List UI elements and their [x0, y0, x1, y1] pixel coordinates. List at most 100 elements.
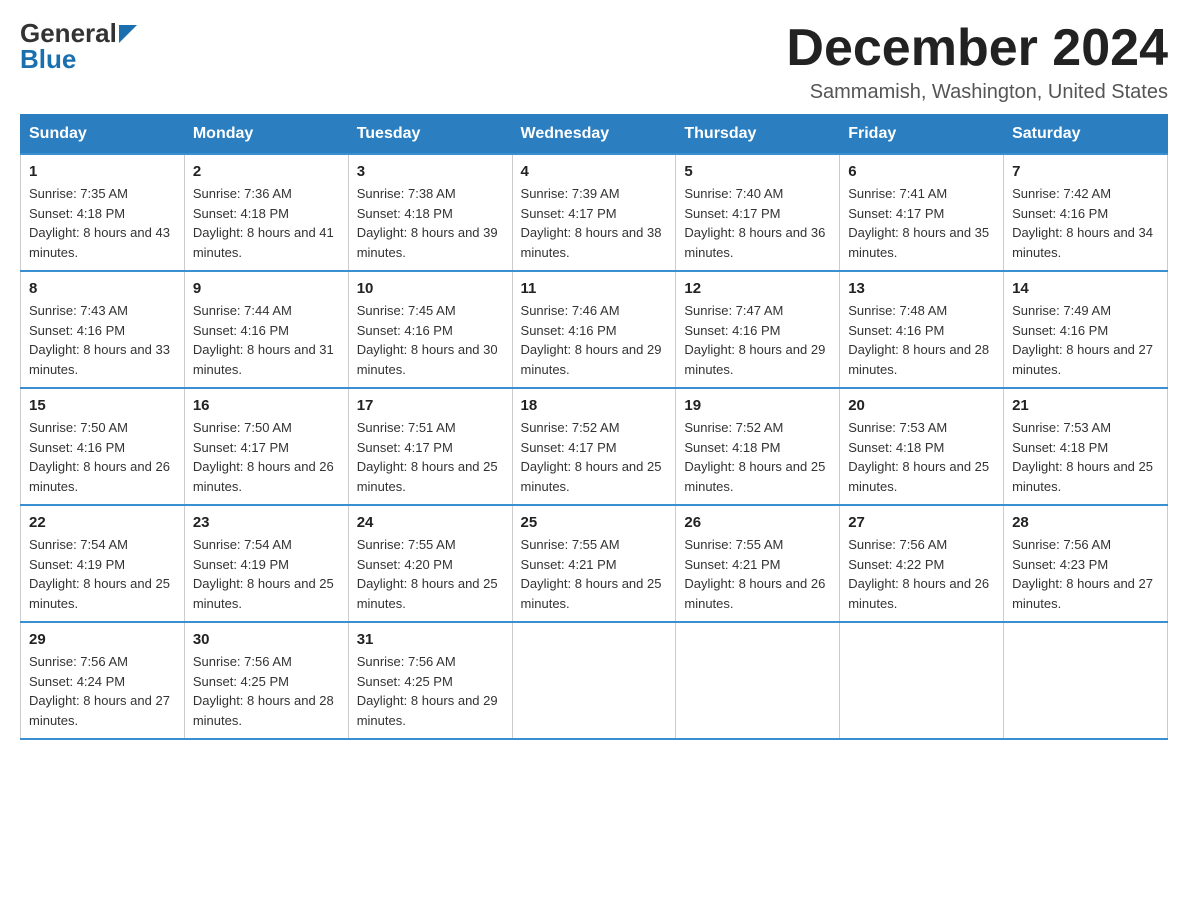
location-title: Sammamish, Washington, United States	[786, 81, 1168, 104]
day-info: Sunrise: 7:54 AMSunset: 4:19 PMDaylight:…	[193, 537, 334, 611]
day-number: 24	[357, 514, 504, 531]
calendar-cell: 6 Sunrise: 7:41 AMSunset: 4:17 PMDayligh…	[840, 154, 1004, 271]
header-wednesday: Wednesday	[512, 115, 676, 155]
day-info: Sunrise: 7:42 AMSunset: 4:16 PMDaylight:…	[1012, 186, 1153, 260]
calendar-cell: 25 Sunrise: 7:55 AMSunset: 4:21 PMDaylig…	[512, 505, 676, 622]
day-number: 8	[29, 280, 176, 297]
calendar-cell: 22 Sunrise: 7:54 AMSunset: 4:19 PMDaylig…	[21, 505, 185, 622]
calendar-cell: 9 Sunrise: 7:44 AMSunset: 4:16 PMDayligh…	[184, 271, 348, 388]
calendar-cell: 14 Sunrise: 7:49 AMSunset: 4:16 PMDaylig…	[1004, 271, 1168, 388]
day-info: Sunrise: 7:55 AMSunset: 4:20 PMDaylight:…	[357, 537, 498, 611]
day-info: Sunrise: 7:40 AMSunset: 4:17 PMDaylight:…	[684, 186, 825, 260]
day-number: 19	[684, 397, 831, 414]
day-number: 3	[357, 163, 504, 180]
calendar-cell: 12 Sunrise: 7:47 AMSunset: 4:16 PMDaylig…	[676, 271, 840, 388]
day-number: 15	[29, 397, 176, 414]
day-number: 20	[848, 397, 995, 414]
calendar-header-row: SundayMondayTuesdayWednesdayThursdayFrid…	[21, 115, 1168, 155]
day-number: 23	[193, 514, 340, 531]
day-info: Sunrise: 7:50 AMSunset: 4:17 PMDaylight:…	[193, 420, 334, 494]
day-info: Sunrise: 7:35 AMSunset: 4:18 PMDaylight:…	[29, 186, 170, 260]
calendar-cell: 28 Sunrise: 7:56 AMSunset: 4:23 PMDaylig…	[1004, 505, 1168, 622]
day-number: 1	[29, 163, 176, 180]
day-info: Sunrise: 7:46 AMSunset: 4:16 PMDaylight:…	[521, 303, 662, 377]
day-info: Sunrise: 7:49 AMSunset: 4:16 PMDaylight:…	[1012, 303, 1153, 377]
header-monday: Monday	[184, 115, 348, 155]
day-number: 11	[521, 280, 668, 297]
day-info: Sunrise: 7:48 AMSunset: 4:16 PMDaylight:…	[848, 303, 989, 377]
calendar-cell: 2 Sunrise: 7:36 AMSunset: 4:18 PMDayligh…	[184, 154, 348, 271]
day-number: 18	[521, 397, 668, 414]
calendar-week-row: 29 Sunrise: 7:56 AMSunset: 4:24 PMDaylig…	[21, 622, 1168, 739]
calendar-cell: 7 Sunrise: 7:42 AMSunset: 4:16 PMDayligh…	[1004, 154, 1168, 271]
day-number: 30	[193, 631, 340, 648]
calendar-cell: 29 Sunrise: 7:56 AMSunset: 4:24 PMDaylig…	[21, 622, 185, 739]
day-number: 25	[521, 514, 668, 531]
day-info: Sunrise: 7:45 AMSunset: 4:16 PMDaylight:…	[357, 303, 498, 377]
day-number: 4	[521, 163, 668, 180]
day-info: Sunrise: 7:56 AMSunset: 4:24 PMDaylight:…	[29, 654, 170, 728]
day-number: 5	[684, 163, 831, 180]
title-area: December 2024 Sammamish, Washington, Uni…	[786, 20, 1168, 104]
day-info: Sunrise: 7:56 AMSunset: 4:25 PMDaylight:…	[357, 654, 498, 728]
day-info: Sunrise: 7:56 AMSunset: 4:22 PMDaylight:…	[848, 537, 989, 611]
logo-blue-text: Blue	[20, 46, 76, 72]
calendar-table: SundayMondayTuesdayWednesdayThursdayFrid…	[20, 114, 1168, 740]
day-info: Sunrise: 7:39 AMSunset: 4:17 PMDaylight:…	[521, 186, 662, 260]
day-info: Sunrise: 7:53 AMSunset: 4:18 PMDaylight:…	[1012, 420, 1153, 494]
calendar-cell	[1004, 622, 1168, 739]
day-number: 21	[1012, 397, 1159, 414]
day-info: Sunrise: 7:56 AMSunset: 4:23 PMDaylight:…	[1012, 537, 1153, 611]
day-info: Sunrise: 7:47 AMSunset: 4:16 PMDaylight:…	[684, 303, 825, 377]
day-number: 16	[193, 397, 340, 414]
day-number: 28	[1012, 514, 1159, 531]
day-info: Sunrise: 7:36 AMSunset: 4:18 PMDaylight:…	[193, 186, 334, 260]
day-number: 29	[29, 631, 176, 648]
calendar-cell: 10 Sunrise: 7:45 AMSunset: 4:16 PMDaylig…	[348, 271, 512, 388]
calendar-week-row: 8 Sunrise: 7:43 AMSunset: 4:16 PMDayligh…	[21, 271, 1168, 388]
calendar-cell: 16 Sunrise: 7:50 AMSunset: 4:17 PMDaylig…	[184, 388, 348, 505]
day-number: 14	[1012, 280, 1159, 297]
calendar-cell: 26 Sunrise: 7:55 AMSunset: 4:21 PMDaylig…	[676, 505, 840, 622]
month-title: December 2024	[786, 20, 1168, 77]
day-number: 6	[848, 163, 995, 180]
calendar-cell: 8 Sunrise: 7:43 AMSunset: 4:16 PMDayligh…	[21, 271, 185, 388]
day-info: Sunrise: 7:38 AMSunset: 4:18 PMDaylight:…	[357, 186, 498, 260]
day-number: 26	[684, 514, 831, 531]
day-info: Sunrise: 7:41 AMSunset: 4:17 PMDaylight:…	[848, 186, 989, 260]
calendar-week-row: 1 Sunrise: 7:35 AMSunset: 4:18 PMDayligh…	[21, 154, 1168, 271]
calendar-cell: 11 Sunrise: 7:46 AMSunset: 4:16 PMDaylig…	[512, 271, 676, 388]
page-header: General Blue December 2024 Sammamish, Wa…	[20, 20, 1168, 104]
day-number: 10	[357, 280, 504, 297]
day-info: Sunrise: 7:52 AMSunset: 4:18 PMDaylight:…	[684, 420, 825, 494]
day-number: 12	[684, 280, 831, 297]
day-number: 9	[193, 280, 340, 297]
day-info: Sunrise: 7:51 AMSunset: 4:17 PMDaylight:…	[357, 420, 498, 494]
day-info: Sunrise: 7:44 AMSunset: 4:16 PMDaylight:…	[193, 303, 334, 377]
calendar-cell: 20 Sunrise: 7:53 AMSunset: 4:18 PMDaylig…	[840, 388, 1004, 505]
day-number: 13	[848, 280, 995, 297]
calendar-cell: 21 Sunrise: 7:53 AMSunset: 4:18 PMDaylig…	[1004, 388, 1168, 505]
day-info: Sunrise: 7:55 AMSunset: 4:21 PMDaylight:…	[684, 537, 825, 611]
day-info: Sunrise: 7:53 AMSunset: 4:18 PMDaylight:…	[848, 420, 989, 494]
logo: General Blue	[20, 20, 137, 72]
calendar-cell: 17 Sunrise: 7:51 AMSunset: 4:17 PMDaylig…	[348, 388, 512, 505]
calendar-cell: 1 Sunrise: 7:35 AMSunset: 4:18 PMDayligh…	[21, 154, 185, 271]
calendar-week-row: 22 Sunrise: 7:54 AMSunset: 4:19 PMDaylig…	[21, 505, 1168, 622]
calendar-cell: 19 Sunrise: 7:52 AMSunset: 4:18 PMDaylig…	[676, 388, 840, 505]
logo-general-text: General	[20, 20, 117, 46]
header-tuesday: Tuesday	[348, 115, 512, 155]
calendar-cell: 3 Sunrise: 7:38 AMSunset: 4:18 PMDayligh…	[348, 154, 512, 271]
day-number: 7	[1012, 163, 1159, 180]
calendar-cell: 13 Sunrise: 7:48 AMSunset: 4:16 PMDaylig…	[840, 271, 1004, 388]
day-info: Sunrise: 7:52 AMSunset: 4:17 PMDaylight:…	[521, 420, 662, 494]
calendar-cell: 15 Sunrise: 7:50 AMSunset: 4:16 PMDaylig…	[21, 388, 185, 505]
calendar-cell: 31 Sunrise: 7:56 AMSunset: 4:25 PMDaylig…	[348, 622, 512, 739]
calendar-cell: 4 Sunrise: 7:39 AMSunset: 4:17 PMDayligh…	[512, 154, 676, 271]
day-number: 22	[29, 514, 176, 531]
calendar-cell: 5 Sunrise: 7:40 AMSunset: 4:17 PMDayligh…	[676, 154, 840, 271]
header-thursday: Thursday	[676, 115, 840, 155]
calendar-cell: 30 Sunrise: 7:56 AMSunset: 4:25 PMDaylig…	[184, 622, 348, 739]
calendar-cell	[840, 622, 1004, 739]
day-number: 31	[357, 631, 504, 648]
